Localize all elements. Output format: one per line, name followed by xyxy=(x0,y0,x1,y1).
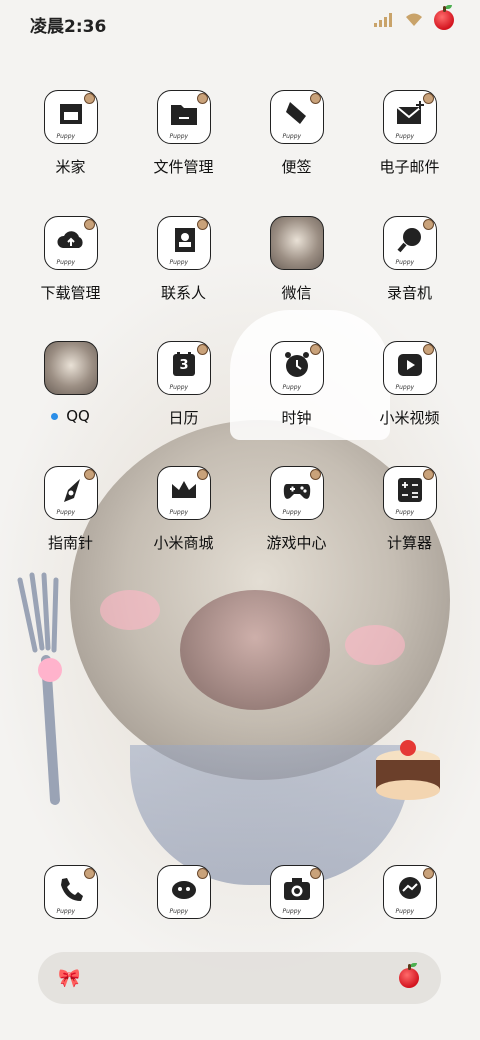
puppy-tag: Puppy xyxy=(395,259,415,266)
calendar-icon: 3 Puppy xyxy=(156,341,211,395)
app-recorder[interactable]: Puppy 录音机 xyxy=(353,216,466,303)
puppy-tag: Puppy xyxy=(282,509,302,516)
bow-icon: 🎀 xyxy=(58,968,81,989)
app-contacts[interactable]: Puppy 联系人 xyxy=(127,216,240,303)
app-browser[interactable]: Puppy xyxy=(127,865,240,919)
app-camera[interactable]: Puppy xyxy=(240,865,353,919)
house-icon: Puppy xyxy=(43,90,98,144)
app-label: 计算器 xyxy=(386,534,432,552)
app-label-row: QQ xyxy=(14,407,127,425)
note-icon: Puppy xyxy=(269,90,324,144)
app-label: 日历 xyxy=(168,409,199,427)
puppy-tag: Puppy xyxy=(169,259,189,266)
play-icon: Puppy xyxy=(382,341,437,395)
wifi-icon xyxy=(406,13,422,26)
puppy-tag: Puppy xyxy=(395,509,415,516)
alarm-clock-icon: Puppy xyxy=(269,341,324,395)
puppy-tag: Puppy xyxy=(282,384,302,391)
compass-icon: Puppy xyxy=(43,466,98,520)
app-label: 录音机 xyxy=(386,284,432,302)
app-calculator[interactable]: Puppy 计算器 xyxy=(353,466,466,553)
puppy-tag: Puppy xyxy=(56,133,76,140)
app-mi-video[interactable]: Puppy 小米视频 xyxy=(353,341,466,428)
app-phone[interactable]: Puppy xyxy=(14,865,127,919)
cloud-download-icon: Puppy xyxy=(43,216,98,270)
app-label: 游戏中心 xyxy=(266,534,327,552)
app-label: 小米视频 xyxy=(379,409,440,427)
wallpaper-cheek-right xyxy=(345,625,405,665)
puppy-tag: Puppy xyxy=(169,133,189,140)
puppy-tag: Puppy xyxy=(56,509,76,516)
status-bar: 凌晨2:36 xyxy=(0,0,480,44)
app-files[interactable]: Puppy 文件管理 xyxy=(127,90,240,177)
app-label: QQ xyxy=(66,407,90,425)
microphone-icon: Puppy xyxy=(382,216,437,270)
apple-icon xyxy=(434,5,454,30)
app-label: 微信 xyxy=(281,284,312,302)
phone-icon: Puppy xyxy=(43,865,98,919)
dog-photo-icon xyxy=(269,216,324,270)
app-label: 文件管理 xyxy=(153,158,214,176)
app-label: 便签 xyxy=(281,158,312,176)
mail-icon: Puppy xyxy=(382,90,437,144)
app-wechat[interactable]: 微信 xyxy=(240,216,353,303)
app-mi-store[interactable]: Puppy 小米商城 xyxy=(127,466,240,553)
app-label: 电子邮件 xyxy=(379,158,440,176)
folder-icon: Puppy xyxy=(156,90,211,144)
apple-icon xyxy=(399,963,419,988)
camera-icon: Puppy xyxy=(269,865,324,919)
app-mijia[interactable]: Puppy 米家 xyxy=(14,90,127,177)
app-compass[interactable]: Puppy 指南针 xyxy=(14,466,127,553)
app-downloads[interactable]: Puppy 下载管理 xyxy=(14,216,127,303)
puppy-tag: Puppy xyxy=(282,133,302,140)
app-label: 下载管理 xyxy=(40,284,101,302)
gamepad-icon: Puppy xyxy=(269,466,324,520)
app-label: 小米商城 xyxy=(153,534,214,552)
puppy-tag: Puppy xyxy=(395,908,415,915)
puppy-tag: Puppy xyxy=(395,133,415,140)
app-calendar[interactable]: 3 Puppy 日历 xyxy=(127,341,240,428)
message-icon: Puppy xyxy=(382,865,437,919)
dock-bar: 🎀 xyxy=(38,952,441,1004)
puppy-tag: Puppy xyxy=(56,259,76,266)
app-label: 米家 xyxy=(55,158,86,176)
app-notes[interactable]: Puppy 便签 xyxy=(240,90,353,177)
app-messages[interactable]: Puppy xyxy=(353,865,466,919)
signal-icon xyxy=(374,13,392,27)
puppy-tag: Puppy xyxy=(56,908,76,915)
puppy-tag: Puppy xyxy=(169,384,189,391)
calculator-icon: Puppy xyxy=(382,466,437,520)
app-email[interactable]: Puppy 电子邮件 xyxy=(353,90,466,177)
puppy-tag: Puppy xyxy=(282,908,302,915)
crown-icon: Puppy xyxy=(156,466,211,520)
wallpaper-cheek-left xyxy=(100,590,160,630)
puppy-tag: Puppy xyxy=(169,908,189,915)
notification-dot xyxy=(51,413,59,420)
app-clock[interactable]: Puppy 时钟 xyxy=(240,341,353,428)
app-label: 时钟 xyxy=(281,409,312,427)
puppy-tag: Puppy xyxy=(395,384,415,391)
wallpaper-cake-icon xyxy=(376,740,440,800)
dog-photo-icon xyxy=(43,341,98,395)
contacts-icon: Puppy xyxy=(156,216,211,270)
wallpaper-fork-icon xyxy=(17,572,62,805)
calendar-day: 3 xyxy=(179,358,189,373)
app-label: 联系人 xyxy=(160,284,206,302)
wallpaper-dog-nose xyxy=(180,590,330,710)
app-label: 指南针 xyxy=(47,534,93,552)
status-time: 凌晨2:36 xyxy=(30,17,107,37)
app-qq[interactable]: QQ xyxy=(14,341,127,425)
puppy-tag: Puppy xyxy=(169,509,189,516)
app-game-center[interactable]: Puppy 游戏中心 xyxy=(240,466,353,553)
hedgehog-icon: Puppy xyxy=(156,865,211,919)
